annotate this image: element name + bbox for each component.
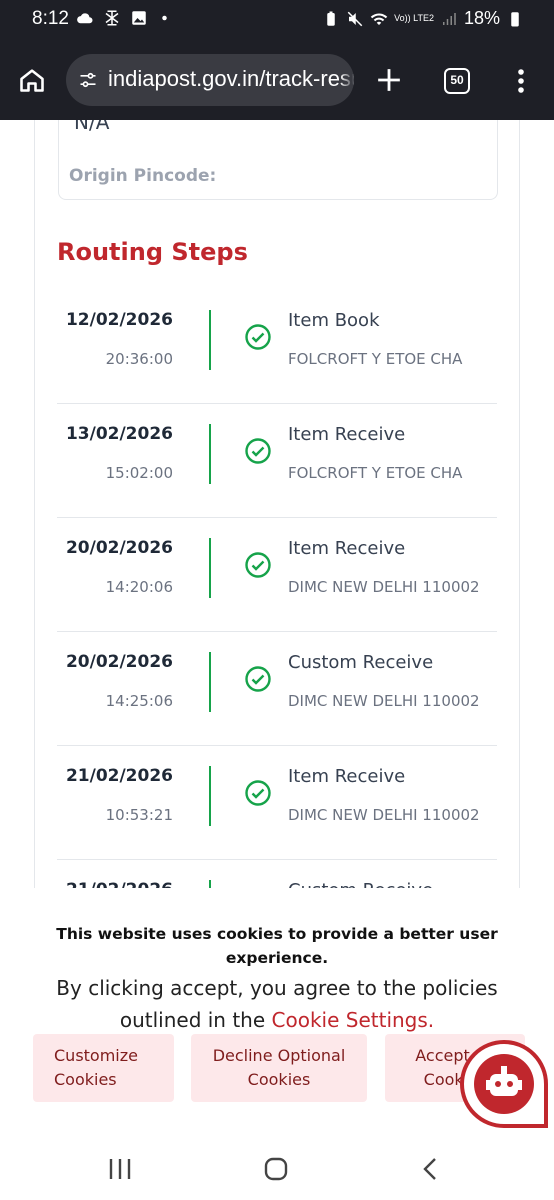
step-date: 20/02/2026: [65, 652, 173, 672]
check-circle-icon: [245, 552, 271, 578]
network-label: Vo)) LTE2: [394, 13, 434, 23]
step-office: DIMC NEW DELHI 110002: [288, 692, 480, 710]
page-content: N/A Origin Pincode: Routing Steps 12/02/…: [0, 120, 554, 888]
plus-icon[interactable]: [376, 67, 402, 93]
notification-icons: [76, 9, 175, 27]
step-status: Custom Receive: [288, 652, 434, 673]
step-timeline-line: [209, 424, 211, 484]
step-status: Item Receive: [288, 538, 406, 559]
routing-step: 13/02/2026 15:02:00 Item Receive FOLCROFT Y…: [57, 404, 497, 518]
step-status: Item Receive: [288, 424, 406, 445]
step-time: 20:36:00: [105, 350, 173, 368]
check-circle-icon: [245, 780, 271, 806]
nav-home-icon[interactable]: [264, 1157, 288, 1181]
check-circle-icon: [245, 666, 271, 692]
step-timeline-line: [209, 538, 211, 598]
info-box: [58, 120, 498, 200]
step-time: 15:02:00: [105, 464, 173, 482]
step-time: 14:25:06: [105, 692, 173, 710]
browser-toolbar: indiapost.gov.in/track-result 50: [0, 40, 554, 120]
cookie-settings-link[interactable]: Cookie Settings.: [272, 1008, 435, 1032]
step-time: 10:53:21: [105, 806, 173, 824]
step-timeline-line: [209, 766, 211, 826]
routing-step: 21/02/2026 Custom Receive: [57, 860, 497, 888]
step-status: Item Book: [288, 310, 380, 331]
battery-icon: [511, 11, 519, 26]
step-status: Custom Receive: [288, 880, 433, 888]
image-icon: [132, 11, 146, 25]
url-fade: [340, 54, 354, 106]
mute-icon: [347, 11, 363, 26]
battery-percent: 18%: [463, 8, 500, 28]
system-icons: Vo)) LTE2 18%: [322, 8, 524, 29]
step-office: FOLCROFT Y ETOE CHA: [288, 350, 463, 368]
status-bar: 8:12 Vo)) LTE2 18%: [0, 0, 554, 40]
step-office: FOLCROFT Y ETOE CHA: [288, 464, 463, 482]
system-nav-bar: [0, 1128, 554, 1200]
step-date: 21/02/2026: [66, 880, 173, 888]
signal-icon: [442, 12, 456, 25]
cloud-icon: [77, 13, 93, 24]
check-circle-icon: [245, 438, 271, 464]
chatbot-icon[interactable]: [458, 1038, 550, 1130]
routing-step: 20/02/2026 14:20:06 Item Receive DIMC NEW D…: [57, 518, 497, 632]
step-date: 13/02/2026: [65, 424, 173, 444]
step-status: Item Receive: [288, 766, 406, 787]
tabs-icon[interactable]: 50: [444, 68, 470, 94]
home-icon[interactable]: [18, 66, 46, 94]
status-time: 8:12: [32, 8, 69, 29]
step-timeline-line: [209, 310, 211, 370]
step-office: DIMC NEW DELHI 110002: [288, 806, 480, 824]
origin-pincode-label: Origin Pincode:: [69, 166, 217, 186]
url-text: indiapost.gov.in/track-result: [108, 66, 354, 91]
wifi-icon: [370, 12, 388, 25]
dot-icon: [162, 15, 167, 21]
more-vert-icon[interactable]: [514, 68, 528, 94]
cookie-body: By clicking accept, you agree to the pol…: [30, 972, 524, 1036]
routing-step: 21/02/2026 10:53:21 Item Receive DIMC NEW D…: [57, 746, 497, 860]
previous-value: N/A: [74, 120, 110, 134]
step-timeline-line: [209, 880, 211, 888]
step-date: 21/02/2026: [65, 766, 173, 786]
routing-steps-title: Routing Steps: [57, 238, 248, 266]
back-icon[interactable]: [422, 1157, 438, 1181]
step-date: 12/02/2026: [65, 310, 173, 330]
step-timeline-line: [209, 652, 211, 712]
battery-saver-icon: [327, 11, 335, 26]
step-office: DIMC NEW DELHI 110002: [288, 578, 480, 596]
check-circle-icon: [245, 324, 271, 350]
step-time: 14:20:06: [105, 578, 173, 596]
decline-optional-cookies-button[interactable]: Decline Optional Cookies: [191, 1034, 367, 1102]
app-notification-icon: [105, 10, 119, 26]
routing-step: 20/02/2026 14:25:06 Custom Receive DIMC NEW…: [57, 632, 497, 746]
cookie-title: This website uses cookies to provide a b…: [56, 925, 498, 967]
tune-icon[interactable]: [78, 70, 98, 90]
customize-cookies-button[interactable]: Customize Cookies: [33, 1034, 174, 1102]
recents-icon[interactable]: [108, 1158, 132, 1180]
address-bar[interactable]: indiapost.gov.in/track-result: [66, 54, 354, 106]
step-date: 20/02/2026: [65, 538, 173, 558]
routing-step: 12/02/2026 20:36:00 Item Book FOLCROFT Y ET…: [57, 290, 497, 404]
